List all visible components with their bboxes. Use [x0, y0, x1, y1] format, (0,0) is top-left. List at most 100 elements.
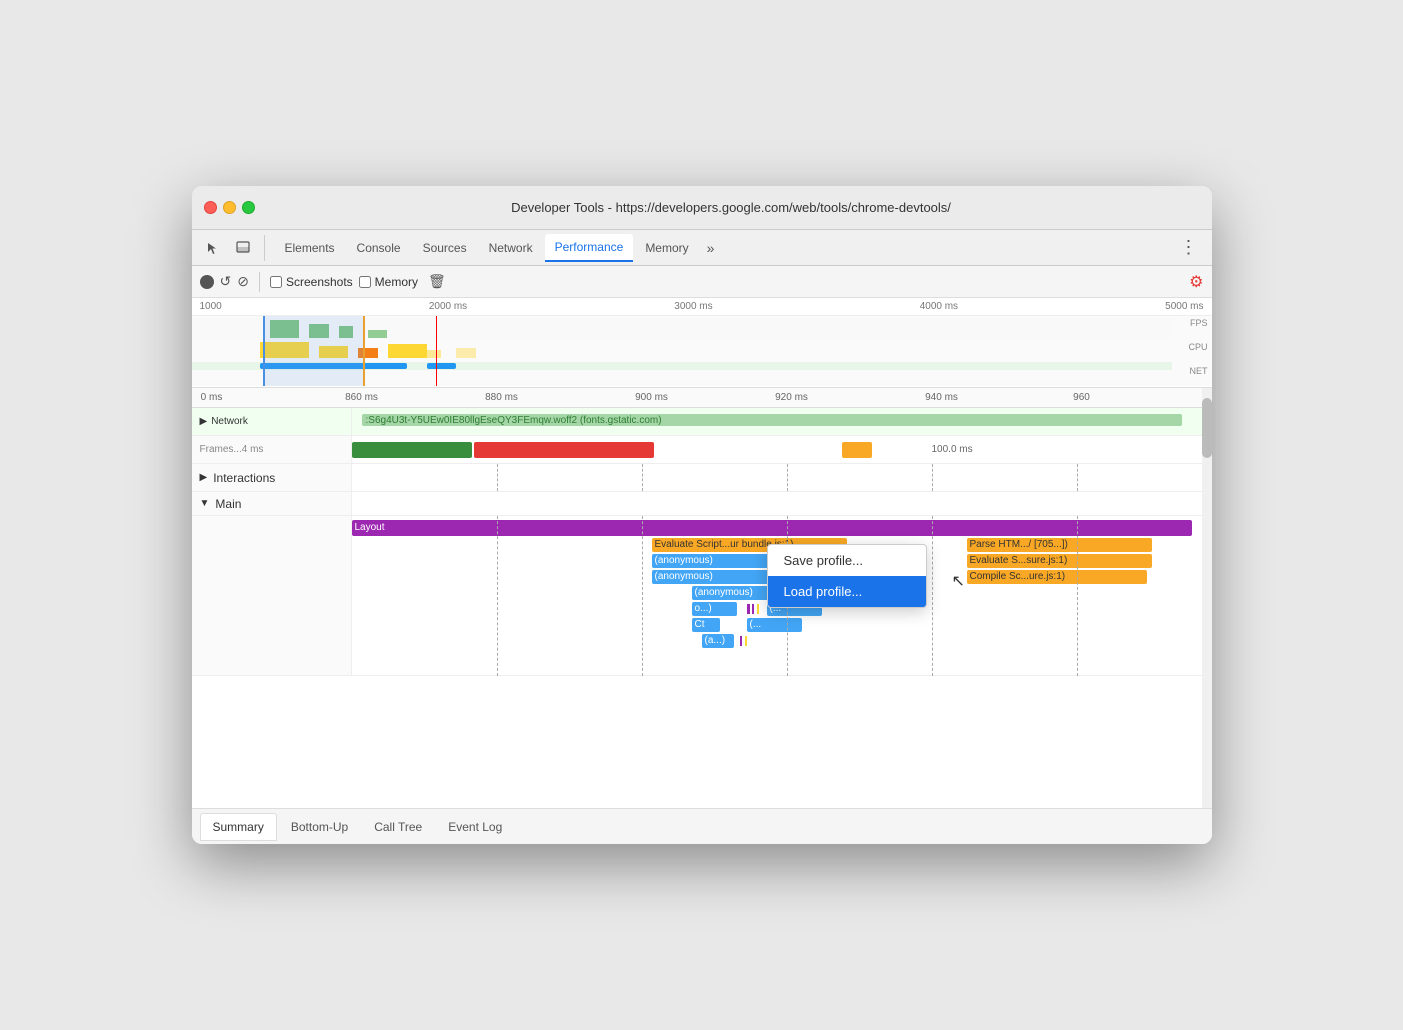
mini-bar-yellow-1 [745, 636, 747, 646]
memory-label: Memory [375, 275, 418, 289]
stop-icon[interactable]: ⊘ [237, 273, 249, 290]
main-track-inner-label [192, 516, 352, 675]
maximize-button[interactable] [242, 201, 255, 214]
mini-bar-2 [752, 604, 754, 614]
interactions-track-label[interactable]: ▶ Interactions [192, 464, 352, 491]
traffic-lights [204, 201, 255, 214]
anon-label-3: (anonymous) [695, 587, 753, 598]
devtools-body: Elements Console Sources Network Perform… [192, 230, 1212, 844]
clear-recording-button[interactable]: 🗑 [428, 273, 446, 290]
save-profile-item[interactable]: Save profile... [768, 545, 926, 576]
screenshots-checkbox-group: Screenshots [270, 275, 353, 289]
tab-bar: Elements Console Sources Network Perform… [192, 230, 1212, 266]
ruler-mark-2000: 2000 ms [429, 301, 467, 312]
more-tabs-button[interactable]: » [701, 236, 721, 260]
cpu-label: CPU [1188, 342, 1207, 352]
interactions-label-text: Interactions [213, 471, 275, 485]
main-track-label[interactable]: ▼ Main [192, 492, 352, 515]
network-label-arrow: ▶ [200, 416, 208, 427]
mini-bar-purple-1 [740, 636, 742, 646]
mini-bar-1 [747, 604, 750, 614]
main-header-content [352, 492, 1212, 516]
anon-paren-bar-2[interactable]: (... [747, 618, 802, 632]
dock-icon[interactable] [230, 235, 256, 261]
evaluate-sure-label: Evaluate S...sure.js:1) [970, 555, 1068, 566]
anon-label-1: (anonymous) [655, 555, 713, 566]
cpu-bar-4 [388, 344, 427, 358]
screenshots-label: Screenshots [286, 275, 353, 289]
layout-bar[interactable]: Layout [352, 520, 1192, 536]
ct-bar[interactable]: Ct [692, 618, 720, 632]
frames-label-text: Frames...4 ms [200, 444, 264, 455]
interactions-track-row: ▶ Interactions [192, 464, 1212, 492]
close-button[interactable] [204, 201, 217, 214]
tab-network[interactable]: Network [479, 235, 543, 261]
a-bar[interactable]: (a...) [702, 634, 734, 648]
mini-bar-3 [757, 604, 759, 614]
layout-bar-label: Layout [355, 522, 385, 533]
tab-menu-button[interactable]: ⋮ [1174, 235, 1204, 260]
parse-html-bar[interactable]: Parse HTM.../ [705...]) [967, 538, 1152, 552]
timeline-tracks[interactable]: FPS CPU NET [192, 316, 1212, 386]
reload-record-button[interactable]: ↺ [220, 273, 232, 290]
cpu-bar-5 [427, 350, 442, 358]
fps-bar-4 [368, 330, 388, 338]
main-track-content: Layout Evaluate Script...ur bundle.js:1)… [192, 516, 1212, 676]
time-mark-900ms: 900 ms [635, 392, 668, 403]
a-label: (a...) [705, 635, 726, 646]
scrollbar-thumb[interactable] [1202, 398, 1212, 458]
tab-sources[interactable]: Sources [413, 235, 477, 261]
memory-checkbox[interactable] [359, 276, 371, 288]
tab-console[interactable]: Console [347, 235, 411, 261]
main-label-text: Main [215, 497, 241, 511]
compile-bar[interactable]: Compile Sc...ure.js:1) [967, 570, 1147, 584]
time-mark-960: 960 [1073, 392, 1090, 403]
network-track-row: ▶ Network :S6g4U3t-Y5UEw0IE80llgEseQY3FE… [192, 408, 1212, 436]
main-track-header: ▼ Main [192, 492, 1212, 516]
tab-performance[interactable]: Performance [545, 234, 634, 262]
fps-label: FPS [1188, 318, 1207, 328]
network-bar-text: :S6g4U3t-Y5UEw0IE80llgEseQY3FEmqw.woff2 … [366, 415, 662, 426]
network-label-text: Network [211, 416, 248, 427]
v-line-2 [642, 464, 643, 491]
o-label: o...) [695, 603, 712, 614]
tab-summary[interactable]: Summary [200, 813, 277, 841]
interactions-chevron: ▶ [200, 472, 208, 483]
settings-button[interactable]: ⚙ [1189, 272, 1203, 292]
tab-event-log[interactable]: Event Log [436, 814, 514, 840]
network-track-label: ▶ Network [192, 408, 352, 435]
frames-track-label: Frames...4 ms [192, 436, 352, 463]
tab-bottom-up[interactable]: Bottom-Up [279, 814, 360, 840]
timeline-ruler: 1000 2000 ms 3000 ms 4000 ms 5000 ms [192, 298, 1212, 316]
bottom-tabs: Summary Bottom-Up Call Tree Event Log [192, 808, 1212, 844]
load-profile-item[interactable]: Load profile... [768, 576, 926, 607]
o-bar[interactable]: o...) [692, 602, 737, 616]
tab-memory[interactable]: Memory [635, 235, 698, 261]
v-line-1 [497, 464, 498, 491]
network-bar-woff2[interactable]: :S6g4U3t-Y5UEw0IE80llgEseQY3FEmqw.woff2 … [362, 414, 1182, 426]
evaluate-sure-bar[interactable]: Evaluate S...sure.js:1) [967, 554, 1152, 568]
time-ruler-detail: 0 ms 860 ms 880 ms 900 ms 920 ms 940 ms … [192, 388, 1212, 408]
cursor-arrow: ↖ [952, 571, 965, 591]
net-bar-2 [427, 363, 456, 369]
minimize-button[interactable] [223, 201, 236, 214]
playhead-line [436, 316, 437, 386]
anon-paren-label-2: (... [750, 619, 762, 630]
ruler-mark-3000: 3000 ms [674, 301, 712, 312]
tab-elements[interactable]: Elements [275, 235, 345, 261]
interactions-track-content [352, 464, 1212, 491]
cursor-icon[interactable] [200, 235, 226, 261]
scrollbar-track[interactable] [1202, 388, 1212, 808]
devtools-window: Developer Tools - https://developers.goo… [192, 186, 1212, 844]
record-button[interactable] [200, 275, 214, 289]
tab-call-tree[interactable]: Call Tree [362, 814, 434, 840]
parse-html-label: Parse HTM.../ [705...]) [970, 539, 1068, 550]
v-line-5 [1077, 464, 1078, 491]
screenshots-checkbox[interactable] [270, 276, 282, 288]
timeline-selection[interactable] [263, 316, 365, 386]
ruler-marks: 1000 2000 ms 3000 ms 4000 ms 5000 ms [200, 301, 1204, 312]
memory-checkbox-group: Memory [359, 275, 418, 289]
time-mark-920ms: 920 ms [775, 392, 808, 403]
time-mark-0ms: 0 ms [201, 392, 223, 403]
toolbar: ↺ ⊘ Screenshots Memory 🗑 ⚙ [192, 266, 1212, 298]
